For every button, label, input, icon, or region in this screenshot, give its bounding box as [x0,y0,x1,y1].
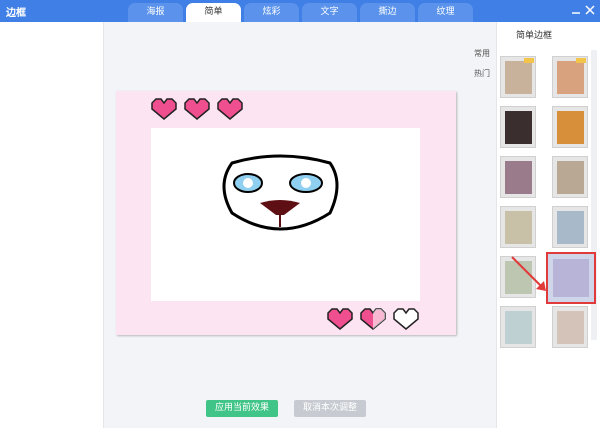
thumbnail-12[interactable] [552,306,588,348]
tab-torn-edge[interactable]: 撕边 [360,3,415,22]
thumbnail-1[interactable] [500,56,536,98]
close-icon[interactable] [584,4,596,16]
thumbnail-8[interactable] [552,206,588,248]
tab-strip: 海报 简单 炫彩 文字 撕边 纹理 [128,3,476,22]
red-arrow-icon [510,255,550,298]
thumbnail-3[interactable] [500,106,536,148]
title-bar: 边框 海报 简单 炫彩 文字 撕边 纹理 [0,0,600,22]
tab-text[interactable]: 文字 [302,3,357,22]
tab-simple[interactable]: 简单 [186,3,241,22]
thumbnail-7[interactable] [500,206,536,248]
left-pane [0,22,104,428]
thumbnail-2[interactable] [552,56,588,98]
thumbnail-5[interactable] [500,156,536,198]
tab-texture[interactable]: 纹理 [418,3,473,22]
thumbnail-11[interactable] [500,306,536,348]
thumbnail-6[interactable] [552,156,588,198]
thumbnail-selected[interactable] [546,252,596,304]
apply-effect-button[interactable]: 应用当前效果 [206,400,278,417]
cancel-adjustment-button[interactable]: 取消本次调整 [294,400,366,417]
thumbnail-4[interactable] [552,106,588,148]
pixel-heart-icon [150,97,246,124]
tab-poster[interactable]: 海报 [128,3,183,22]
category-hot[interactable]: 热门 [474,68,490,79]
pixel-heart-icon [326,307,422,334]
cartoon-face-icon [220,153,340,243]
panel-title: 简单边框 [516,31,553,41]
category-common[interactable]: 常用 [474,48,490,59]
tab-colorful[interactable]: 炫彩 [244,3,299,22]
minimize-icon[interactable] [570,4,582,16]
window-title: 边框 [6,8,26,19]
